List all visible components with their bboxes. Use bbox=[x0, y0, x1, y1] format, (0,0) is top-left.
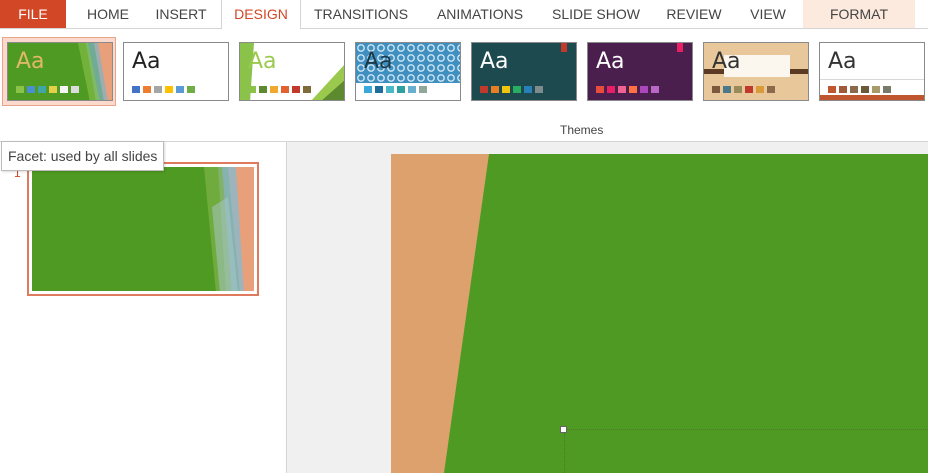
color-swatch bbox=[640, 86, 648, 93]
tab-view[interactable]: VIEW bbox=[742, 0, 794, 28]
color-swatch bbox=[38, 86, 46, 93]
tab-review[interactable]: REVIEW bbox=[660, 0, 728, 28]
color-swatch bbox=[513, 86, 521, 93]
theme-glyph: Aa bbox=[16, 49, 45, 74]
theme-color-swatches bbox=[712, 86, 778, 93]
color-swatch bbox=[712, 86, 720, 93]
color-swatch bbox=[883, 86, 891, 93]
theme-thumbnail-patterned[interactable]: Aa bbox=[355, 42, 461, 101]
theme-glyph: Aa bbox=[712, 49, 741, 74]
color-swatch bbox=[756, 86, 764, 93]
tab-format[interactable]: FORMAT bbox=[803, 0, 915, 28]
color-swatch bbox=[386, 86, 394, 93]
theme-tooltip: Facet: used by all slides bbox=[1, 141, 165, 171]
design-ribbon: Aa Aa Aa Aa Aa Aa Aa Aa Themes bbox=[0, 29, 928, 142]
color-swatch bbox=[745, 86, 753, 93]
themes-group-label: Themes bbox=[560, 123, 604, 137]
tab-design[interactable]: DESIGN bbox=[221, 0, 301, 29]
color-swatch bbox=[281, 86, 289, 93]
theme-thumbnail-retrospect[interactable]: Aa bbox=[819, 42, 925, 101]
theme-thumbnail-purple[interactable]: Aa bbox=[587, 42, 693, 101]
tab-transitions[interactable]: TRANSITIONS bbox=[308, 0, 414, 28]
color-swatch bbox=[176, 86, 184, 93]
color-swatch bbox=[419, 86, 427, 93]
color-swatch bbox=[535, 86, 543, 93]
theme-color-swatches bbox=[132, 86, 198, 93]
theme-glyph: Aa bbox=[248, 49, 277, 74]
color-swatch bbox=[723, 86, 731, 93]
placeholder-border-left bbox=[564, 433, 565, 473]
resize-handle[interactable] bbox=[560, 426, 567, 433]
color-swatch bbox=[292, 86, 300, 93]
theme-glyph: Aa bbox=[828, 49, 857, 74]
color-swatch bbox=[839, 86, 847, 93]
slide-thumbnail-1[interactable] bbox=[27, 162, 259, 296]
color-swatch bbox=[27, 86, 35, 93]
theme-color-swatches bbox=[828, 86, 894, 93]
color-swatch bbox=[60, 86, 68, 93]
color-swatch bbox=[480, 86, 488, 93]
theme-color-swatches bbox=[364, 86, 430, 93]
slide-editing-canvas bbox=[287, 142, 928, 473]
color-swatch bbox=[491, 86, 499, 93]
theme-glyph: Aa bbox=[480, 49, 509, 74]
color-swatch bbox=[270, 86, 278, 93]
color-swatch bbox=[375, 86, 383, 93]
slide-canvas[interactable] bbox=[391, 154, 928, 473]
tab-animations[interactable]: ANIMATIONS bbox=[428, 0, 532, 28]
color-swatch bbox=[651, 86, 659, 93]
color-swatch bbox=[618, 86, 626, 93]
color-swatch bbox=[872, 86, 880, 93]
tab-file[interactable]: FILE bbox=[0, 0, 66, 28]
theme-thumbnail-dark-teal[interactable]: Aa bbox=[471, 42, 577, 101]
color-swatch bbox=[49, 86, 57, 93]
color-swatch bbox=[303, 86, 311, 93]
color-swatch bbox=[734, 86, 742, 93]
color-swatch bbox=[165, 86, 173, 93]
theme-glyph: Aa bbox=[596, 49, 625, 74]
placeholder-border-top bbox=[566, 429, 928, 430]
theme-thumbnail-green-facet[interactable]: Aa bbox=[239, 42, 345, 101]
color-swatch bbox=[16, 86, 24, 93]
theme-glyph: Aa bbox=[132, 49, 161, 74]
color-swatch bbox=[502, 86, 510, 93]
theme-glyph: Aa bbox=[364, 49, 393, 74]
color-swatch bbox=[850, 86, 858, 93]
slide-thumbnail-content bbox=[31, 166, 255, 292]
theme-color-swatches bbox=[480, 86, 546, 93]
color-swatch bbox=[364, 86, 372, 93]
theme-color-swatches bbox=[16, 86, 82, 93]
color-swatch bbox=[187, 86, 195, 93]
color-swatch bbox=[154, 86, 162, 93]
ribbon-tab-bar: FILE HOME INSERT DESIGN TRANSITIONS ANIM… bbox=[0, 0, 928, 29]
tab-slide-show[interactable]: SLIDE SHOW bbox=[546, 0, 646, 28]
slide-thumbnail-art bbox=[32, 167, 254, 291]
theme-thumbnail-office[interactable]: Aa bbox=[123, 42, 229, 101]
tab-insert[interactable]: INSERT bbox=[150, 0, 212, 28]
slide-background-art bbox=[391, 154, 928, 473]
color-swatch bbox=[259, 86, 267, 93]
color-swatch bbox=[861, 86, 869, 93]
tab-home[interactable]: HOME bbox=[76, 0, 140, 28]
theme-color-swatches bbox=[596, 86, 662, 93]
color-swatch bbox=[71, 86, 79, 93]
color-swatch bbox=[248, 86, 256, 93]
color-swatch bbox=[408, 86, 416, 93]
color-swatch bbox=[828, 86, 836, 93]
color-swatch bbox=[767, 86, 775, 93]
theme-thumbnail-wood[interactable]: Aa bbox=[703, 42, 809, 101]
color-swatch bbox=[143, 86, 151, 93]
color-swatch bbox=[132, 86, 140, 93]
color-swatch bbox=[596, 86, 604, 93]
color-swatch bbox=[629, 86, 637, 93]
theme-color-swatches bbox=[248, 86, 314, 93]
color-swatch bbox=[524, 86, 532, 93]
theme-thumbnail-facet[interactable]: Aa bbox=[7, 42, 113, 101]
color-swatch bbox=[607, 86, 615, 93]
color-swatch bbox=[397, 86, 405, 93]
slide-thumbnail-pane: 1 bbox=[0, 142, 287, 473]
